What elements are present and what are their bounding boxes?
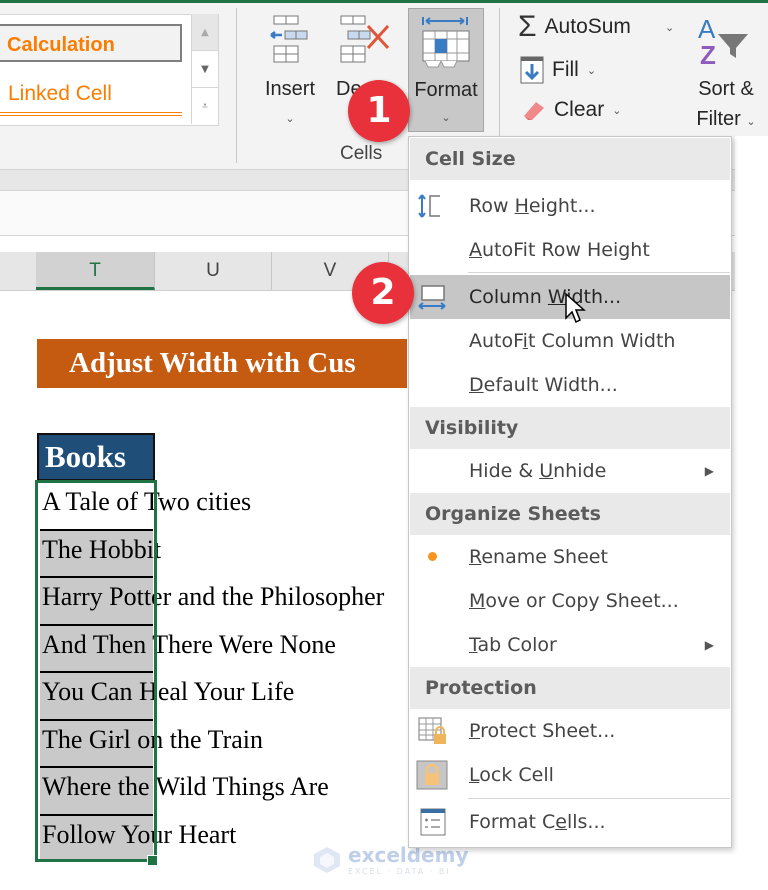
fill-label: Fill: [552, 58, 579, 81]
column-header-t[interactable]: T: [36, 252, 155, 290]
format-dropdown-menu: Cell Size Row Height... AutoFit Row Heig…: [408, 136, 732, 848]
eraser-icon: [524, 102, 544, 120]
style-linked-cell[interactable]: Linked Cell: [0, 76, 182, 116]
gallery-more-button[interactable]: ⩡: [192, 88, 218, 124]
menu-item-tab-color[interactable]: Tab Color ▶: [410, 623, 730, 667]
menu-item-autofit-row-height[interactable]: AutoFit Row Height: [410, 228, 730, 272]
section-organize-sheets: Organize Sheets: [410, 493, 730, 535]
chevron-down-icon: ⌄: [612, 104, 622, 117]
gallery-scroll-up-button[interactable]: ▲: [192, 14, 218, 51]
menu-divider: [468, 798, 730, 799]
sort-filter-label-2: Filter ⌄: [696, 108, 756, 130]
submenu-arrow-icon: ▶: [704, 464, 714, 478]
books-header-cell[interactable]: Books: [37, 433, 155, 481]
menu-item-protect-sheet[interactable]: Protect Sheet...: [410, 709, 730, 753]
menu-divider: [468, 272, 730, 273]
autosum-button[interactable]: Σ AutoSum ⌄: [518, 12, 674, 42]
svg-text:Z: Z: [700, 40, 716, 70]
sigma-icon: Σ: [518, 10, 537, 43]
clear-button[interactable]: Clear ⌄: [520, 98, 621, 122]
cell-selection-border: [35, 480, 157, 862]
bullet-icon: [428, 552, 437, 561]
row-height-icon: [418, 194, 440, 218]
watermark-tagline: EXCEL · DATA · BI: [348, 867, 451, 876]
exceldemy-logo-icon: [314, 846, 340, 873]
menu-item-hide-unhide[interactable]: Hide & Unhide ▶: [410, 449, 730, 493]
sort-filter-label-1: Sort &: [698, 78, 754, 100]
sort-filter-icon: A Z: [698, 14, 748, 70]
autosum-label: AutoSum: [544, 15, 631, 38]
delete-cells-icon: [340, 15, 390, 63]
protect-sheet-icon: [418, 717, 446, 744]
gallery-scroll-down-button[interactable]: ▼: [192, 51, 218, 88]
callout-step-1: 1: [348, 80, 410, 142]
insert-cells-icon: [270, 15, 308, 63]
column-header-u[interactable]: U: [155, 252, 272, 290]
format-cells-icon: [420, 808, 446, 836]
clear-label: Clear: [554, 98, 605, 121]
section-cell-size: Cell Size: [410, 138, 730, 180]
chevron-down-icon: ⌄: [586, 64, 597, 77]
section-visibility: Visibility: [410, 407, 730, 449]
insert-button[interactable]: Insert ⌄: [258, 14, 322, 132]
ribbon-separator: [236, 8, 237, 163]
format-cells-size-icon: [422, 17, 470, 68]
submenu-arrow-icon: ▶: [704, 638, 714, 652]
fill-handle[interactable]: [147, 855, 158, 866]
fill-button[interactable]: Fill ⌄: [520, 56, 596, 84]
sheet-title-cell[interactable]: Adjust Width with Cus: [37, 339, 407, 388]
lock-cell-icon: [416, 760, 448, 790]
chevron-down-icon: ⌄: [285, 113, 295, 125]
chevron-down-icon: ⌄: [664, 21, 675, 34]
menu-item-row-height[interactable]: Row Height...: [410, 184, 730, 228]
format-button[interactable]: Format ⌄: [408, 8, 484, 132]
menu-item-move-copy-sheet[interactable]: Move or Copy Sheet...: [410, 579, 730, 623]
callout-step-2: 2: [352, 262, 414, 324]
menu-item-format-cells[interactable]: Format Cells...: [410, 800, 730, 844]
menu-item-default-width[interactable]: Default Width...: [410, 363, 730, 407]
chevron-down-icon: ⌄: [441, 112, 451, 124]
sheet-right-area: [735, 136, 768, 848]
section-protection: Protection: [410, 667, 730, 709]
sort-filter-button[interactable]: A Z Sort & Filter ⌄: [686, 14, 766, 132]
insert-label: Insert: [264, 78, 316, 100]
fill-down-icon: [520, 56, 544, 84]
mouse-cursor-icon: [565, 292, 586, 324]
cells-group-label: Cells: [340, 143, 383, 164]
column-width-icon: [418, 285, 446, 310]
menu-item-lock-cell[interactable]: Lock Cell: [410, 753, 730, 797]
format-label: Format: [414, 79, 478, 101]
style-calculation[interactable]: Calculation: [0, 24, 182, 62]
menu-item-rename-sheet[interactable]: Rename Sheet: [410, 535, 730, 579]
gallery-scrollbar: ▲ ▼ ⩡: [191, 14, 218, 124]
